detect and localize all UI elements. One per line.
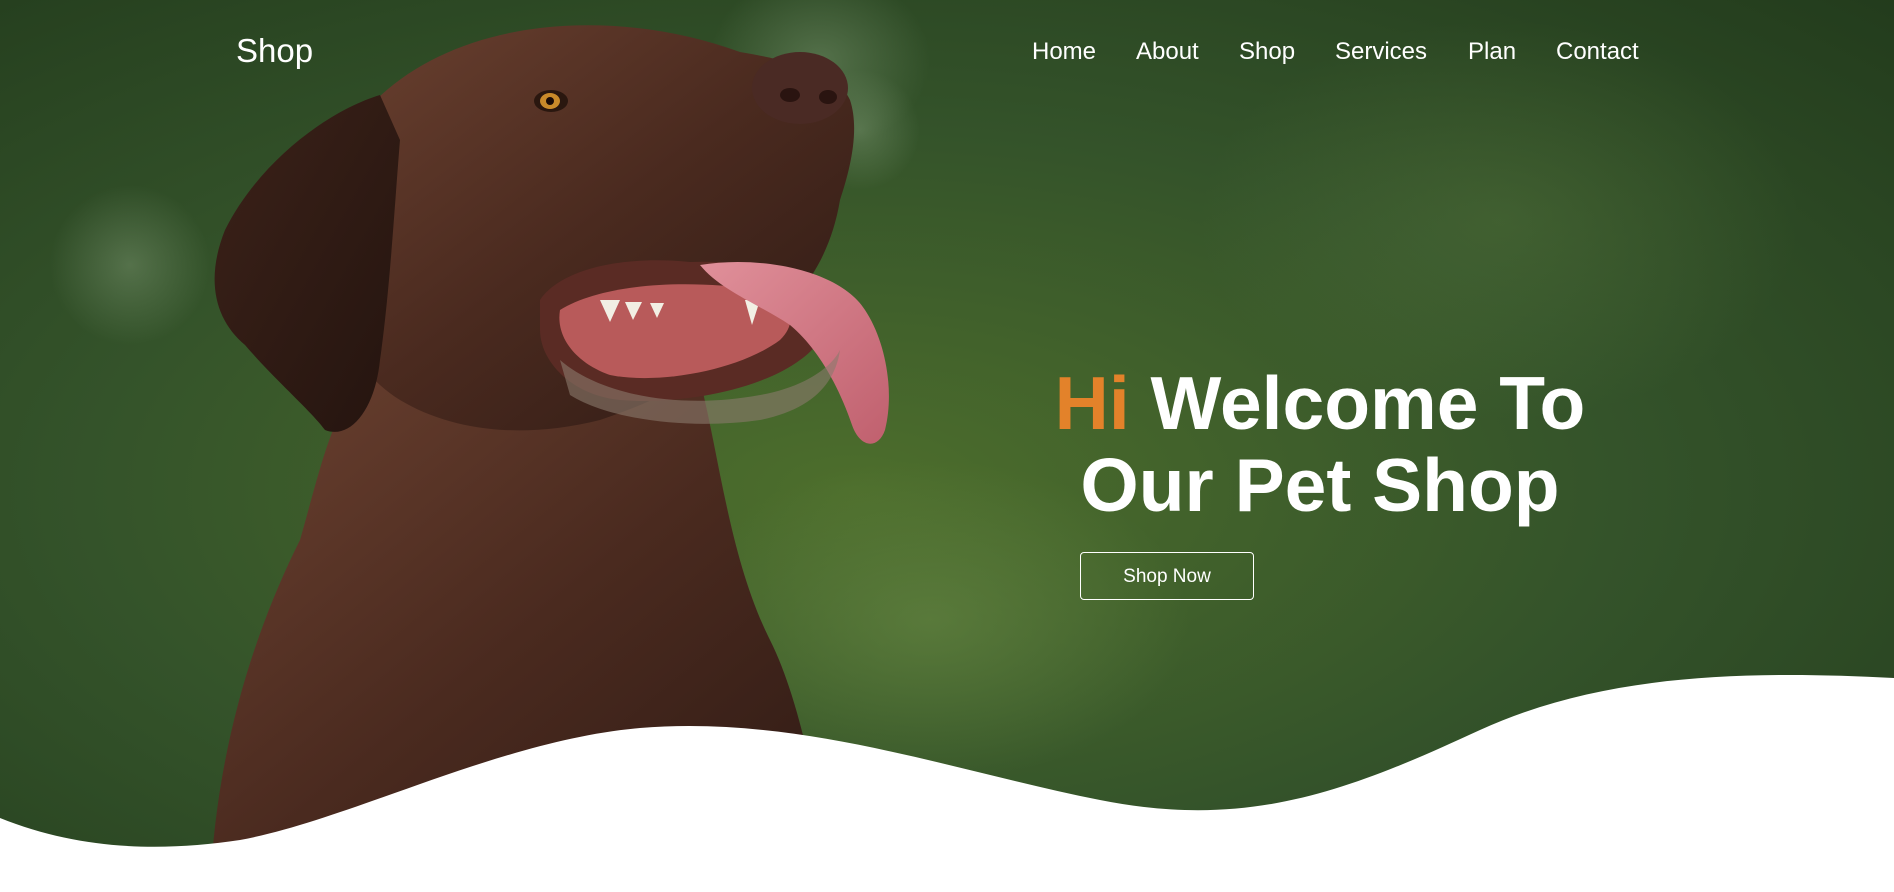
hero-background-image: [0, 0, 1894, 892]
nav-item-services[interactable]: Services: [1335, 40, 1427, 64]
nav-item-contact[interactable]: Contact: [1556, 40, 1639, 64]
shop-now-button[interactable]: Shop Now: [1080, 552, 1254, 600]
headline-line2: Our Pet Shop: [1080, 443, 1560, 527]
nav-item-home[interactable]: Home: [1032, 40, 1096, 64]
hero-headline: Hi Welcome To Our Pet Shop: [1040, 362, 1600, 526]
headline-line1: Welcome To: [1129, 361, 1586, 445]
nav-item-plan[interactable]: Plan: [1468, 40, 1516, 64]
nav-item-shop[interactable]: Shop: [1239, 40, 1295, 64]
main-nav: Home About Shop Services Plan Contact: [0, 40, 1894, 70]
nav-item-about[interactable]: About: [1136, 40, 1199, 64]
headline-accent: Hi: [1054, 361, 1130, 445]
hero-section: Shop Home About Shop Services Plan Conta…: [0, 0, 1894, 892]
